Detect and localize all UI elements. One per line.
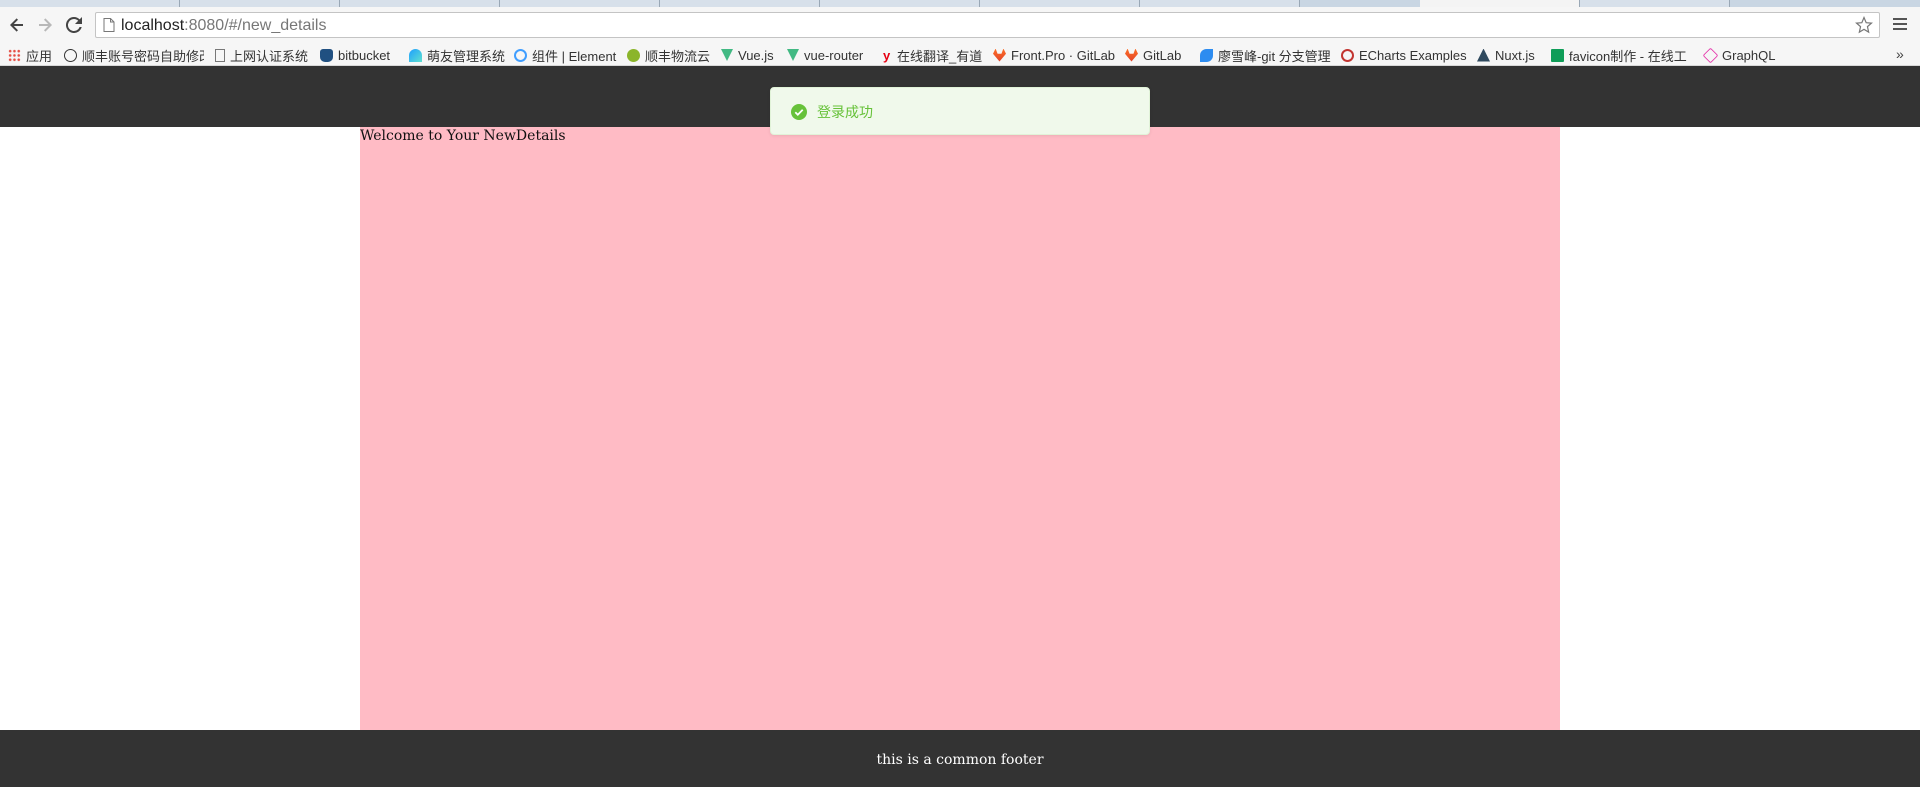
welcome-text: Welcome to Your NewDetails — [360, 128, 566, 144]
bookmark-graphql[interactable]: GraphQL — [1702, 47, 1775, 63]
echarts-icon — [1341, 48, 1354, 62]
tab-strip — [0, 0, 1920, 7]
bookmark-bitbucket[interactable]: bitbucket — [320, 47, 390, 63]
browser-tab-active[interactable] — [1420, 0, 1580, 7]
bookmark-sf-account[interactable]: 顺丰账号密码自助修改 — [64, 47, 204, 63]
bookmark-auth-system[interactable]: 上网认证系统 — [215, 47, 308, 64]
graphql-icon — [1702, 47, 1719, 63]
browser-tab[interactable] — [980, 0, 1140, 7]
bookmark-vuejs[interactable]: Vue.js — [721, 47, 774, 63]
vue-icon — [721, 49, 733, 61]
back-button[interactable] — [4, 12, 30, 38]
browser-tab[interactable] — [500, 0, 660, 7]
arrow-right-icon — [39, 18, 52, 32]
browser-toolbar: localhost:8080/#/new_details — [0, 7, 1920, 43]
bookmark-sf-cloud[interactable]: 顺丰物流云 — [627, 47, 710, 64]
vue-icon — [787, 49, 799, 61]
success-toast: 登录成功 — [770, 87, 1150, 135]
page-icon — [215, 48, 225, 62]
browser-tab[interactable] — [820, 0, 980, 7]
browser-tab[interactable] — [340, 0, 500, 7]
bookmark-favicon-tool[interactable]: favicon制作 - 在线工 — [1551, 47, 1691, 63]
app-footer: this is a common footer — [0, 730, 1920, 787]
forward-button[interactable] — [32, 12, 58, 38]
rocket-icon — [1200, 48, 1213, 62]
browser-tab[interactable] — [1140, 0, 1300, 7]
sf-logo-icon — [64, 48, 77, 62]
bookmark-echarts-examples[interactable]: ECharts Examples — [1341, 47, 1467, 63]
bookmark-element[interactable]: 组件 | Element — [514, 47, 616, 64]
browser-tab[interactable] — [1580, 0, 1730, 7]
browser-tab[interactable] — [0, 0, 180, 7]
bookmark-youdao[interactable]: y 在线翻译_有道 — [883, 47, 982, 64]
bookmarks-bar: 应用 顺丰账号密码自助修改 上网认证系统 bitbucket 萌友管理系统 组件… — [0, 43, 1920, 66]
favicon-tool-icon — [1551, 48, 1564, 62]
page-icon — [103, 18, 115, 32]
address-bar[interactable]: localhost:8080/#/new_details — [95, 12, 1880, 38]
url-path: :8080/#/new_details — [184, 17, 327, 34]
check-circle-icon — [791, 104, 807, 120]
reload-icon — [66, 17, 82, 33]
star-icon[interactable] — [1855, 16, 1873, 34]
bitbucket-icon — [320, 48, 333, 62]
browser-tab[interactable] — [180, 0, 340, 7]
toast-message: 登录成功 — [817, 105, 873, 121]
arrow-left-icon — [10, 18, 23, 32]
bookmark-vue-router[interactable]: vue-router — [787, 47, 863, 63]
element-icon — [514, 48, 527, 62]
main-content: Welcome to Your NewDetails — [360, 127, 1560, 730]
youdao-icon: y — [883, 47, 891, 63]
bookmark-apps[interactable]: 应用 — [8, 47, 52, 64]
nuxt-icon — [1477, 48, 1490, 62]
bookmark-mengyou[interactable]: 萌友管理系统 — [409, 47, 505, 64]
browser-menu-icon[interactable] — [1893, 18, 1907, 32]
gitlab-icon — [1125, 48, 1138, 62]
gitlab-icon — [993, 48, 1006, 62]
footer-text: this is a common footer — [876, 752, 1044, 768]
bookmark-liaoxuefeng-git[interactable]: 廖雪峰-git 分支管理 — [1200, 47, 1331, 64]
reload-button[interactable] — [61, 12, 87, 38]
bookmark-frontpro-gitlab[interactable]: Front.Pro · GitLab — [993, 47, 1115, 63]
bookmark-gitlab[interactable]: GitLab — [1125, 47, 1181, 63]
url-host: localhost — [121, 17, 185, 34]
sf-cloud-icon — [627, 48, 640, 62]
mengyou-icon — [409, 48, 422, 62]
apps-grid-icon — [8, 48, 21, 62]
browser-tab[interactable] — [660, 0, 820, 7]
bookmarks-overflow-icon[interactable]: » — [1896, 46, 1904, 62]
url-text[interactable]: localhost:8080/#/new_details — [121, 17, 326, 35]
bookmark-nuxtjs[interactable]: Nuxt.js — [1477, 47, 1535, 63]
